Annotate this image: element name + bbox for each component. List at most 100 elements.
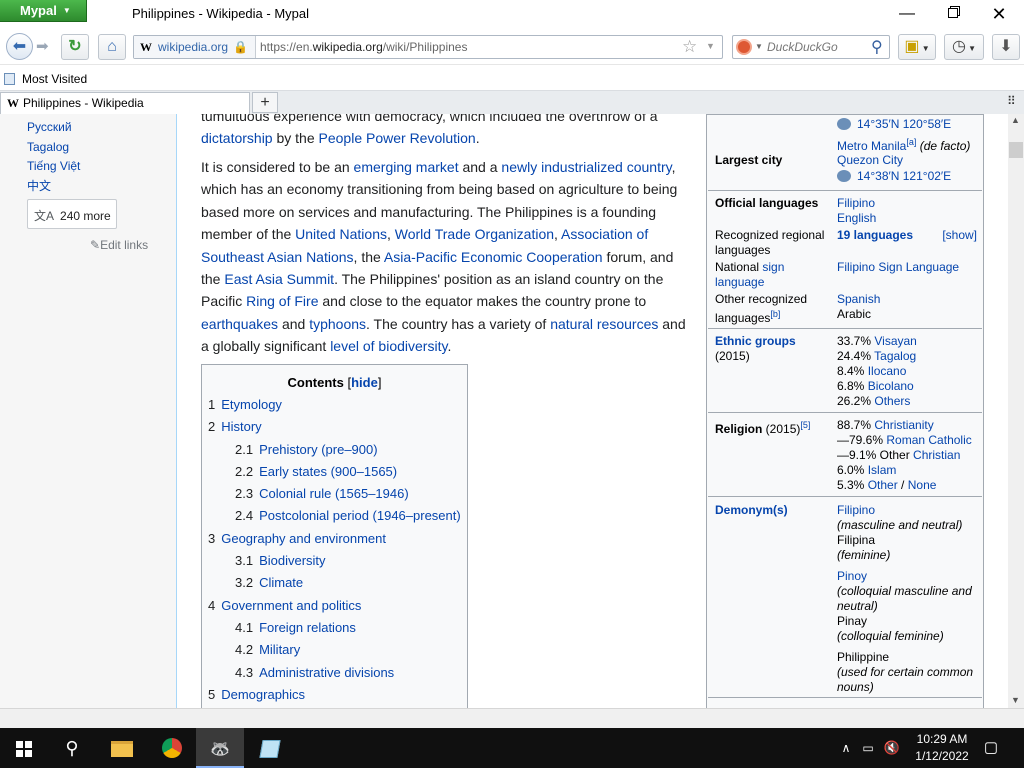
close-window-button[interactable]: ✕ [988,4,1010,24]
link-metro-manila[interactable]: Metro Manila [837,139,906,153]
lang-link[interactable]: Tagalog [27,140,69,154]
show-hidden-icons[interactable]: ∧ [836,728,856,768]
link-pinoy[interactable]: Pinoy [837,569,867,583]
mypal-taskbar-button[interactable]: 🦝 [196,728,244,768]
history-dropdown-icon[interactable]: ▼ [706,41,715,51]
link-east-asia-summit[interactable]: East Asia Summit [224,271,334,287]
link-dictatorship[interactable]: dictatorship [201,130,273,146]
scrollbar-thumb[interactable] [1009,142,1023,158]
link-english[interactable]: English [837,211,876,225]
maximize-button[interactable] [942,4,964,24]
footnote-link[interactable]: [5] [800,420,810,430]
reload-button[interactable]: ↻ [61,34,89,60]
toc-item[interactable]: 4.1 Foreign relations [208,617,461,639]
toc-link[interactable]: Military [259,642,300,657]
network-icon[interactable]: ▭ [858,728,878,768]
back-button[interactable]: ⬅ [6,33,33,60]
tab-philippines[interactable]: W Philippines - Wikipedia [0,92,250,114]
link-ring-of-fire[interactable]: Ring of Fire [246,293,318,309]
link-united-nations[interactable]: United Nations [295,226,387,242]
link-other[interactable]: Other [868,478,898,492]
toc-link[interactable]: Government and politics [221,598,361,613]
ethnic-link[interactable]: Visayan [874,334,916,348]
link-earthquakes[interactable]: earthquakes [201,316,278,332]
scroll-up-icon[interactable]: ▲ [1011,115,1020,125]
link-spanish[interactable]: Spanish [837,292,880,306]
toc-link[interactable]: Biodiversity [259,553,325,568]
link-none[interactable]: None [908,478,937,492]
toc-item[interactable]: 3.1 Biodiversity [208,550,461,572]
link-apec[interactable]: Asia-Pacific Economic Cooperation [384,249,603,265]
link-level-of-biodiversity[interactable]: level of biodiversity [330,338,447,354]
toc-hide-link[interactable]: hide [351,375,378,390]
start-button[interactable] [0,728,48,768]
toc-item[interactable]: 2.1 Prehistory (pre–900) [208,439,461,461]
url-text[interactable]: https://en.wikipedia.org/wiki/Philippine… [260,40,467,54]
link-typhoons[interactable]: typhoons [309,316,366,332]
toc-link[interactable]: Foreign relations [259,620,356,635]
downloads-button[interactable]: ⬇ [992,34,1020,60]
toc-link[interactable]: Postcolonial period (1946–present) [259,508,461,523]
scroll-down-icon[interactable]: ▼ [1011,695,1020,705]
toc-link[interactable]: History [221,419,261,434]
toc-link[interactable]: Etymology [221,397,282,412]
more-languages-button[interactable]: 文A 240 more [27,199,117,229]
link-newly-industrialized-country[interactable]: newly industrialized country [501,159,671,175]
home-button[interactable]: ⌂ [98,34,126,60]
file-explorer-button[interactable] [98,728,146,768]
bookmarks-menu-button[interactable]: ▣ ▼ [898,34,936,60]
show-toggle[interactable]: [show] [942,228,977,243]
app-menu-button[interactable]: Mypal ▼ [0,0,87,22]
system-clock[interactable]: 10:29 AM 1/12/2022 [912,731,972,765]
engine-dropdown-icon[interactable]: ▼ [755,42,763,51]
notepad-button[interactable] [246,728,294,768]
edit-links[interactable]: ✎Edit links [90,238,148,252]
forward-button[interactable]: ➡ [36,37,49,55]
toc-link[interactable]: Colonial rule (1565–1946) [259,486,409,501]
toc-item[interactable]: 2.2 Early states (900–1565) [208,461,461,483]
lang-link[interactable]: Русский [27,120,72,134]
volume-muted-icon[interactable]: 🔇 [882,728,902,768]
link-natural-resources[interactable]: natural resources [550,316,658,332]
new-tab-button[interactable]: + [252,92,278,113]
coordinates-link[interactable]: 14°35′N 120°58′E [857,117,951,131]
toc-item[interactable]: 2.4 Postcolonial period (1946–present) [208,505,461,527]
tab-list-icon[interactable]: ⠿ [1007,94,1016,108]
toc-item[interactable]: 4 Government and politics [208,595,461,617]
footnote-link[interactable]: [b] [770,309,780,319]
link-filipino-sign-language[interactable]: Filipino Sign Language [837,260,959,274]
toc-link[interactable]: Administrative divisions [259,665,394,680]
link-quezon-city[interactable]: Quezon City [837,153,903,167]
link-islam[interactable]: Islam [868,463,897,477]
toc-link[interactable]: Prehistory (pre–900) [259,442,378,457]
link-roman-catholic[interactable]: Roman Catholic [886,433,971,447]
minimize-button[interactable]: — [896,4,918,24]
link-people-power-revolution[interactable]: People Power Revolution [319,130,476,146]
link-filipino[interactable]: Filipino [837,503,875,517]
search-button[interactable]: ⚲ [48,728,96,768]
toc-link[interactable]: Geography and environment [221,531,386,546]
link-filipino[interactable]: Filipino [837,196,875,210]
toc-item[interactable]: 3 Geography and environment [208,528,461,550]
toc-item[interactable]: 2 History [208,416,461,438]
chrome-button[interactable] [148,728,196,768]
coordinates-link[interactable]: 14°38′N 121°02′E [857,169,951,183]
url-bar[interactable]: Wwikipedia.org 🔒 https://en.wikipedia.org… [133,35,723,59]
history-button[interactable]: ◷ ▼ [944,34,984,60]
toc-link[interactable]: Demographics [221,687,305,702]
toc-item[interactable]: 4.3 Administrative divisions [208,662,461,684]
footnote-link[interactable]: [a] [906,137,916,147]
link-ethnic-groups[interactable]: Ethnic groups [715,334,796,348]
link-christianity[interactable]: Christianity [874,418,933,432]
bookmark-most-visited[interactable]: Most Visited [4,72,87,86]
ethnic-link[interactable]: Others [874,394,910,408]
lang-link[interactable]: 中文 [27,179,51,193]
toc-link[interactable]: Climate [259,575,303,590]
toc-item[interactable]: 5 Demographics [208,684,461,706]
ethnic-link[interactable]: Bicolano [868,379,914,393]
toc-link[interactable]: Early states (900–1565) [259,464,397,479]
toc-item[interactable]: 3.2 Climate [208,572,461,594]
lang-link[interactable]: Tiếng Việt [27,159,80,173]
toc-item[interactable]: 2.3 Colonial rule (1565–1946) [208,483,461,505]
notifications-icon[interactable]: ▢ [980,728,1002,768]
